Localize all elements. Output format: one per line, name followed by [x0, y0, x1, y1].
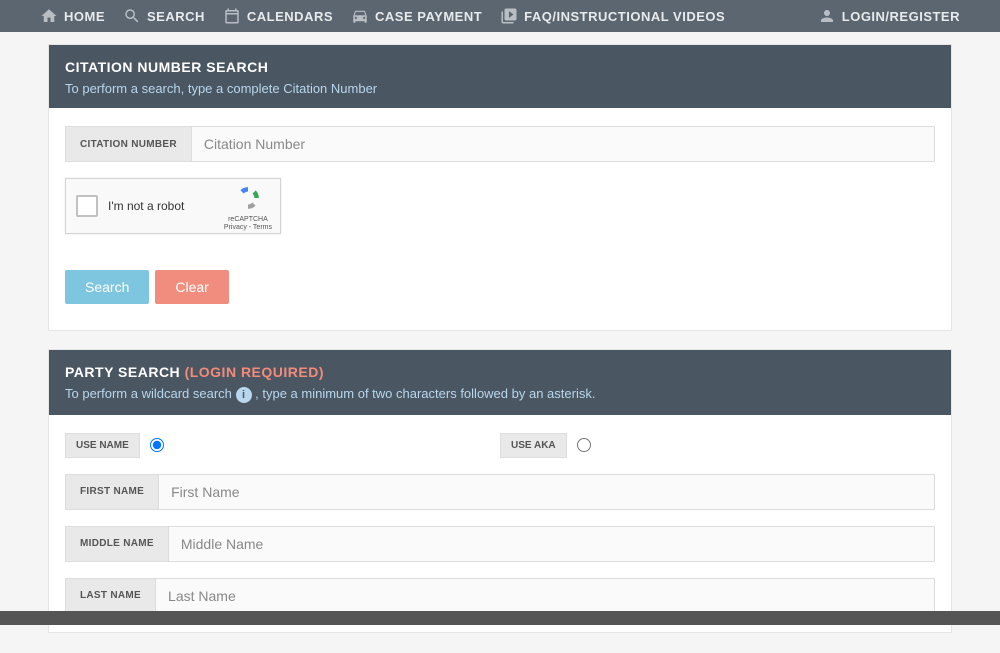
clear-button[interactable]: Clear [155, 270, 228, 304]
party-radio-row: USE NAME USE AKA [65, 433, 935, 458]
nav-faq[interactable]: FAQ/INSTRUCTIONAL VIDEOS [500, 7, 725, 25]
use-aka-radio[interactable] [577, 438, 591, 452]
top-nav: HOME SEARCH CALENDARS CASE PAYMENT FAQ/I… [0, 0, 1000, 32]
nav-calendars-label: CALENDARS [247, 9, 333, 24]
info-icon[interactable]: i [236, 387, 252, 403]
middle-name-label: MIDDLE NAME [65, 526, 168, 562]
use-name-group: USE NAME [65, 433, 500, 458]
nav-home-label: HOME [64, 9, 105, 24]
bottom-bar [0, 611, 1000, 625]
recaptcha-legal: Privacy - Terms [224, 224, 272, 232]
citation-panel: CITATION NUMBER SEARCH To perform a sear… [48, 44, 952, 331]
nav-search-label: SEARCH [147, 9, 205, 24]
citation-field-label: CITATION NUMBER [65, 126, 191, 162]
nav-login-label: LOGIN/REGISTER [842, 9, 960, 24]
search-icon [123, 7, 141, 25]
party-desc-pre: To perform a wildcard search [65, 386, 236, 401]
party-login-required: (LOGIN REQUIRED) [185, 364, 324, 380]
citation-field-row: CITATION NUMBER [65, 126, 935, 162]
nav-case-payment-label: CASE PAYMENT [375, 9, 482, 24]
car-icon [351, 7, 369, 25]
recaptcha-checkbox[interactable] [76, 195, 98, 217]
use-name-radio[interactable] [150, 438, 164, 452]
nav-case-payment[interactable]: CASE PAYMENT [351, 7, 482, 25]
party-title: PARTY SEARCH [65, 364, 180, 380]
use-aka-label: USE AKA [500, 433, 567, 458]
citation-title: CITATION NUMBER SEARCH [65, 59, 935, 75]
home-icon [40, 7, 58, 25]
use-name-label: USE NAME [65, 433, 140, 458]
first-name-label: FIRST NAME [65, 474, 158, 510]
first-name-input[interactable] [158, 474, 935, 510]
search-button[interactable]: Search [65, 270, 149, 304]
party-header: PARTY SEARCH (LOGIN REQUIRED) To perform… [49, 350, 951, 415]
nav-left: HOME SEARCH CALENDARS CASE PAYMENT FAQ/I… [40, 7, 725, 25]
nav-calendars[interactable]: CALENDARS [223, 7, 333, 25]
party-desc-post: , type a minimum of two characters follo… [255, 386, 595, 401]
last-name-input[interactable] [155, 578, 935, 614]
first-name-row: FIRST NAME [65, 474, 935, 510]
recaptcha-brand: reCAPTCHA [224, 216, 272, 224]
page-content: CITATION NUMBER SEARCH To perform a sear… [0, 32, 1000, 653]
video-icon [500, 7, 518, 25]
use-aka-group: USE AKA [500, 433, 935, 458]
recaptcha-text: I'm not a robot [108, 199, 184, 213]
citation-input[interactable] [191, 126, 935, 162]
nav-right: LOGIN/REGISTER [818, 7, 960, 25]
last-name-label: LAST NAME [65, 578, 155, 614]
citation-body: CITATION NUMBER I'm not a robot reCAPTCH… [49, 108, 951, 330]
recaptcha-widget[interactable]: I'm not a robot reCAPTCHA Privacy - Term… [65, 178, 281, 234]
middle-name-row: MIDDLE NAME [65, 526, 935, 562]
citation-button-row: Search Clear [65, 270, 935, 304]
party-title-row: PARTY SEARCH (LOGIN REQUIRED) [65, 364, 935, 380]
nav-faq-label: FAQ/INSTRUCTIONAL VIDEOS [524, 9, 725, 24]
middle-name-input[interactable] [168, 526, 935, 562]
nav-home[interactable]: HOME [40, 7, 105, 25]
party-desc: To perform a wildcard search i , type a … [65, 386, 935, 403]
party-panel: PARTY SEARCH (LOGIN REQUIRED) To perform… [48, 349, 952, 633]
nav-search[interactable]: SEARCH [123, 7, 205, 25]
recaptcha-logo: reCAPTCHA Privacy - Terms [224, 185, 272, 233]
citation-desc: To perform a search, type a complete Cit… [65, 81, 935, 96]
party-body: USE NAME USE AKA FIRST NAME MIDDLE NAME … [49, 415, 951, 632]
calendar-icon [223, 7, 241, 25]
nav-login[interactable]: LOGIN/REGISTER [818, 7, 960, 25]
citation-header: CITATION NUMBER SEARCH To perform a sear… [49, 45, 951, 108]
last-name-row: LAST NAME [65, 578, 935, 614]
user-icon [818, 7, 836, 25]
